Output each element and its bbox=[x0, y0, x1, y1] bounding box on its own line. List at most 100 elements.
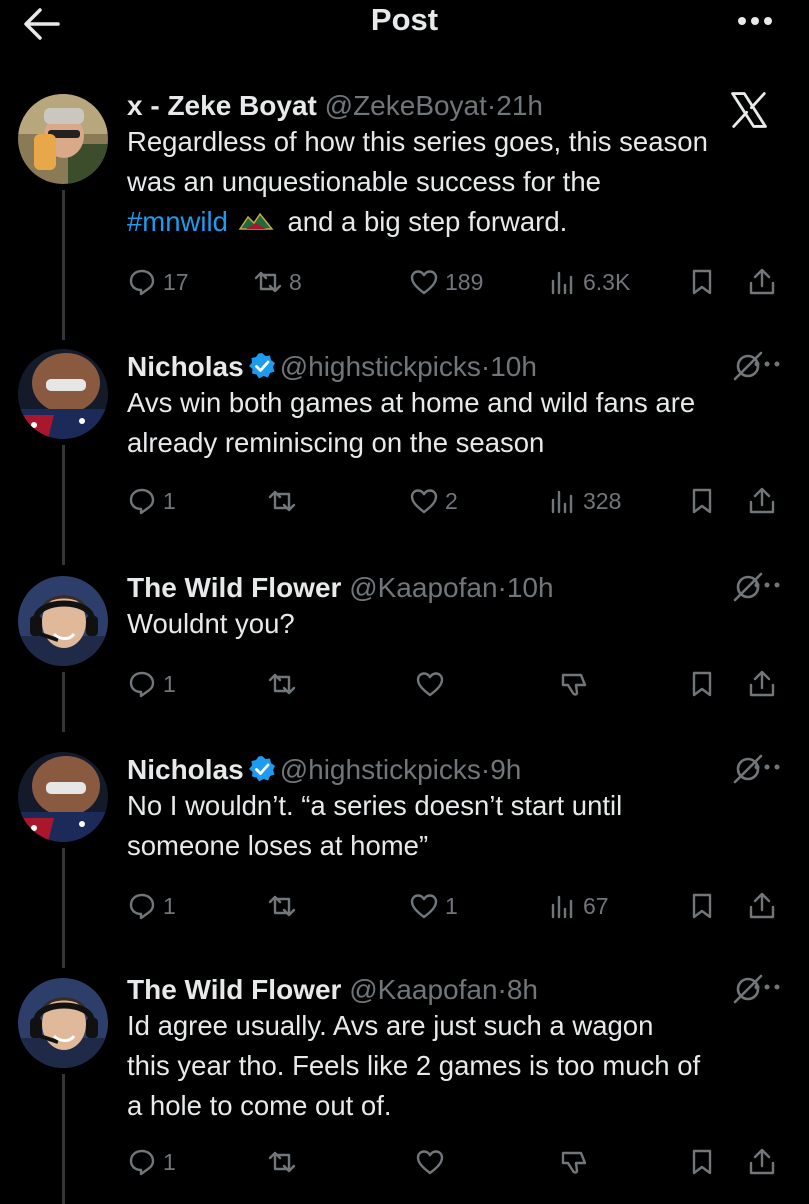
repost-button[interactable] bbox=[267, 481, 297, 521]
views-button[interactable]: 67 bbox=[547, 886, 609, 926]
tweet-item[interactable]: x - Zeke Boyat @ZekeBoyat·21h Regardless… bbox=[0, 86, 809, 340]
tweet-header: The Wild Flower @Kaapofan·10h bbox=[127, 568, 554, 608]
views-count: 328 bbox=[583, 487, 622, 514]
reply-button[interactable]: 1 bbox=[127, 1142, 176, 1182]
reply-count: 1 bbox=[163, 670, 176, 697]
like-button[interactable] bbox=[415, 1142, 445, 1182]
share-icon bbox=[749, 892, 775, 919]
repost-button[interactable] bbox=[267, 664, 297, 704]
heart-icon bbox=[410, 489, 438, 514]
views-icon bbox=[551, 490, 573, 514]
separator-dot: · bbox=[497, 572, 507, 603]
display-name[interactable]: Nicholas bbox=[127, 754, 244, 785]
tweet-text-line: Regardless of how this series goes, this… bbox=[127, 126, 708, 157]
share-button[interactable] bbox=[747, 1142, 777, 1182]
bookmark-button[interactable] bbox=[687, 1142, 717, 1182]
handle[interactable]: @highstickpicks bbox=[280, 351, 481, 382]
avatar[interactable] bbox=[18, 576, 108, 666]
handle[interactable]: @ZekeBoyat bbox=[325, 90, 487, 121]
reply-button[interactable]: 1 bbox=[127, 481, 176, 521]
heart-icon bbox=[410, 270, 438, 295]
reply-button[interactable]: 1 bbox=[127, 664, 176, 704]
heart-icon bbox=[416, 672, 444, 697]
reply-icon bbox=[129, 1149, 155, 1176]
downvote-button[interactable] bbox=[559, 1142, 589, 1182]
handle[interactable]: @highstickpicks bbox=[280, 754, 481, 785]
views-button[interactable]: 328 bbox=[547, 481, 621, 521]
reply-icon bbox=[129, 671, 155, 698]
heart-icon bbox=[416, 1150, 444, 1175]
hashtag-link[interactable]: #mnwild bbox=[127, 206, 228, 237]
bookmark-button[interactable] bbox=[687, 664, 717, 704]
avatar[interactable] bbox=[18, 752, 108, 842]
tweet-text-line: this year tho. Feels like 2 games is too… bbox=[127, 1050, 701, 1081]
bookmark-icon bbox=[692, 269, 712, 295]
display-name[interactable]: The Wild Flower bbox=[127, 572, 341, 603]
separator-dot: · bbox=[486, 90, 497, 121]
share-button[interactable] bbox=[747, 481, 777, 521]
share-button[interactable] bbox=[747, 262, 777, 302]
bookmark-button[interactable] bbox=[687, 262, 717, 302]
bookmark-button[interactable] bbox=[687, 886, 717, 926]
timestamp[interactable]: 9h bbox=[490, 754, 521, 785]
repost-button[interactable] bbox=[267, 1142, 297, 1182]
like-button[interactable]: 189 bbox=[409, 262, 483, 302]
bookmark-icon bbox=[692, 893, 712, 919]
downvote-button[interactable] bbox=[559, 664, 589, 704]
action-bar: 1 2 328 bbox=[127, 481, 787, 521]
display-name[interactable]: The Wild Flower bbox=[127, 974, 341, 1005]
timestamp[interactable]: 10h bbox=[507, 572, 554, 603]
reply-count: 1 bbox=[163, 1148, 176, 1175]
tweet-text-line: was an unquestionable success for the bbox=[127, 166, 601, 197]
timestamp[interactable]: 8h bbox=[507, 974, 538, 1005]
share-icon bbox=[749, 487, 775, 514]
more-options-icon[interactable] bbox=[753, 357, 781, 371]
thread-line bbox=[62, 848, 65, 968]
tweet-header: x - Zeke Boyat @ZekeBoyat·21h bbox=[127, 86, 543, 126]
top-bar: Post bbox=[0, 0, 809, 48]
display-name[interactable]: x - Zeke Boyat bbox=[127, 90, 317, 121]
tweet-item[interactable]: The Wild Flower @Kaapofan·8h Id agree us… bbox=[0, 970, 809, 1204]
avatar[interactable] bbox=[18, 978, 108, 1068]
reply-button[interactable]: 1 bbox=[127, 886, 176, 926]
repost-button[interactable] bbox=[267, 886, 297, 926]
thread-line bbox=[62, 190, 65, 340]
views-count: 6.3K bbox=[583, 268, 631, 295]
reply-count: 17 bbox=[163, 268, 189, 295]
handle[interactable]: @Kaapofan bbox=[349, 572, 497, 603]
share-icon bbox=[749, 1148, 775, 1175]
more-options-icon[interactable] bbox=[753, 760, 781, 774]
separator-dot: · bbox=[497, 974, 507, 1005]
handle[interactable]: @Kaapofan bbox=[349, 974, 497, 1005]
share-button[interactable] bbox=[747, 886, 777, 926]
timestamp[interactable]: 21h bbox=[496, 90, 543, 121]
tweet-header: Nicholas @highstickpicks·10h bbox=[127, 347, 537, 387]
tweet-text-line: a hole to come out of. bbox=[127, 1090, 392, 1121]
views-button[interactable]: 6.3K bbox=[547, 262, 630, 302]
reply-button[interactable]: 17 bbox=[127, 262, 189, 302]
tweet-item[interactable]: The Wild Flower @Kaapofan·10h Wouldnt yo… bbox=[0, 568, 809, 732]
timestamp[interactable]: 10h bbox=[490, 351, 537, 382]
more-options-icon[interactable] bbox=[735, 6, 775, 36]
tweet-text: Avs win both games at home and wild fans… bbox=[127, 383, 797, 463]
like-button[interactable]: 2 bbox=[409, 481, 458, 521]
thumbs-down-icon bbox=[561, 1151, 587, 1174]
share-button[interactable] bbox=[747, 664, 777, 704]
avatar[interactable] bbox=[18, 349, 108, 439]
tweet-text: Regardless of how this series goes, this… bbox=[127, 122, 797, 242]
display-name[interactable]: Nicholas bbox=[127, 351, 244, 382]
tweet-item[interactable]: Nicholas @highstickpicks·9h No I wouldn’t… bbox=[0, 750, 809, 968]
like-button[interactable] bbox=[415, 664, 445, 704]
tweet-text-line: No I wouldn’t. “a series doesn’t start u… bbox=[127, 790, 623, 821]
bookmark-button[interactable] bbox=[687, 481, 717, 521]
repost-button[interactable]: 8 bbox=[253, 262, 302, 302]
tweet-item[interactable]: Nicholas @highstickpicks·10h Avs win both… bbox=[0, 347, 809, 565]
thread-line bbox=[62, 672, 65, 732]
tweet-text-segment: and a big step forward. bbox=[287, 206, 568, 237]
tweet-text-line: already reminiscing on the season bbox=[127, 427, 545, 458]
like-button[interactable]: 1 bbox=[409, 886, 458, 926]
more-options-icon[interactable] bbox=[753, 980, 781, 994]
avatar[interactable] bbox=[18, 94, 108, 184]
repost-icon bbox=[254, 271, 282, 293]
more-options-icon[interactable] bbox=[753, 578, 781, 592]
